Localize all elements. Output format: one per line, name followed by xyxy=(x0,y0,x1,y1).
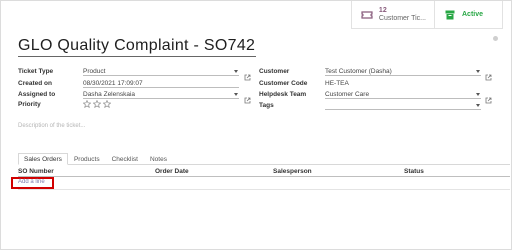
external-link-icon[interactable] xyxy=(244,91,251,104)
star-icon[interactable] xyxy=(103,100,111,108)
priority-stars xyxy=(83,100,111,108)
add-line-button[interactable]: Add a line xyxy=(18,179,45,185)
ticket-type-field[interactable]: Product xyxy=(83,67,239,76)
customer-code-field: HE-TEA xyxy=(325,79,481,88)
customer-tickets-text: 12 Customer Tic... xyxy=(379,7,426,23)
ticket-icon xyxy=(360,9,374,21)
created-on-label: Created on xyxy=(18,80,52,87)
archive-icon xyxy=(443,9,457,21)
customer-label: Customer xyxy=(259,68,290,75)
priority-label: Priority xyxy=(18,101,41,108)
customer-code-label: Customer Code xyxy=(259,80,308,87)
chevron-down-icon xyxy=(476,104,480,107)
customer-field[interactable]: Test Customer (Dasha) xyxy=(325,67,481,76)
column-salesperson[interactable]: Salesperson xyxy=(273,168,312,175)
assigned-to-label: Assigned to xyxy=(18,91,56,98)
created-on-value: 08/30/2021 17:09:07 xyxy=(83,80,143,87)
sales-orders-table-header: SO Number Order Date Salesperson Status xyxy=(18,167,510,177)
ticket-type-label: Ticket Type xyxy=(18,68,54,75)
tab-sales-orders[interactable]: Sales Orders xyxy=(18,153,68,165)
status-dot[interactable] xyxy=(493,36,498,41)
external-link-icon[interactable] xyxy=(485,68,492,81)
table-row-divider xyxy=(18,189,510,190)
active-toggle-button[interactable]: Active xyxy=(435,1,503,29)
helpdesk-team-field[interactable]: Customer Care xyxy=(325,90,481,99)
ticket-type-value: Product xyxy=(83,68,106,75)
customer-code-value: HE-TEA xyxy=(325,80,349,87)
tab-checklist[interactable]: Checklist xyxy=(106,153,144,165)
form-sheet: 12 Customer Tic... Active GLO Quality Co… xyxy=(0,0,512,250)
external-link-icon[interactable] xyxy=(244,68,251,81)
tags-label: Tags xyxy=(259,102,274,109)
description-field[interactable]: Description of the ticket... xyxy=(18,123,85,129)
customer-tickets-count: 12 xyxy=(378,6,387,14)
ticket-title[interactable]: GLO Quality Complaint - SO742 xyxy=(18,37,256,57)
helpdesk-team-label: Helpdesk Team xyxy=(259,91,307,98)
column-status[interactable]: Status xyxy=(404,168,424,175)
chevron-down-icon xyxy=(476,93,480,96)
active-label: Active xyxy=(462,11,484,18)
tags-field[interactable] xyxy=(325,101,481,110)
customer-value: Test Customer (Dasha) xyxy=(325,68,392,75)
chevron-down-icon xyxy=(234,70,238,73)
external-link-icon[interactable] xyxy=(485,91,492,104)
chevron-down-icon xyxy=(476,70,480,73)
star-icon[interactable] xyxy=(83,100,91,108)
tab-products[interactable]: Products xyxy=(68,153,106,165)
chevron-down-icon xyxy=(234,93,238,96)
helpdesk-team-value: Customer Care xyxy=(325,91,370,98)
customer-tickets-button[interactable]: 12 Customer Tic... xyxy=(351,1,435,29)
notebook-tabs: Sales Orders Products Checklist Notes xyxy=(18,153,510,165)
column-order-date[interactable]: Order Date xyxy=(155,168,189,175)
assigned-to-field[interactable]: Dasha Zelenskaia xyxy=(83,90,239,99)
button-box: 12 Customer Tic... Active xyxy=(350,1,503,29)
star-icon[interactable] xyxy=(93,100,101,108)
customer-tickets-label: Customer Tic... xyxy=(378,14,426,22)
column-so-number[interactable]: SO Number xyxy=(18,168,54,175)
assigned-to-value: Dasha Zelenskaia xyxy=(83,91,136,98)
created-on-field[interactable]: 08/30/2021 17:09:07 xyxy=(83,79,239,88)
tab-notes[interactable]: Notes xyxy=(144,153,173,165)
